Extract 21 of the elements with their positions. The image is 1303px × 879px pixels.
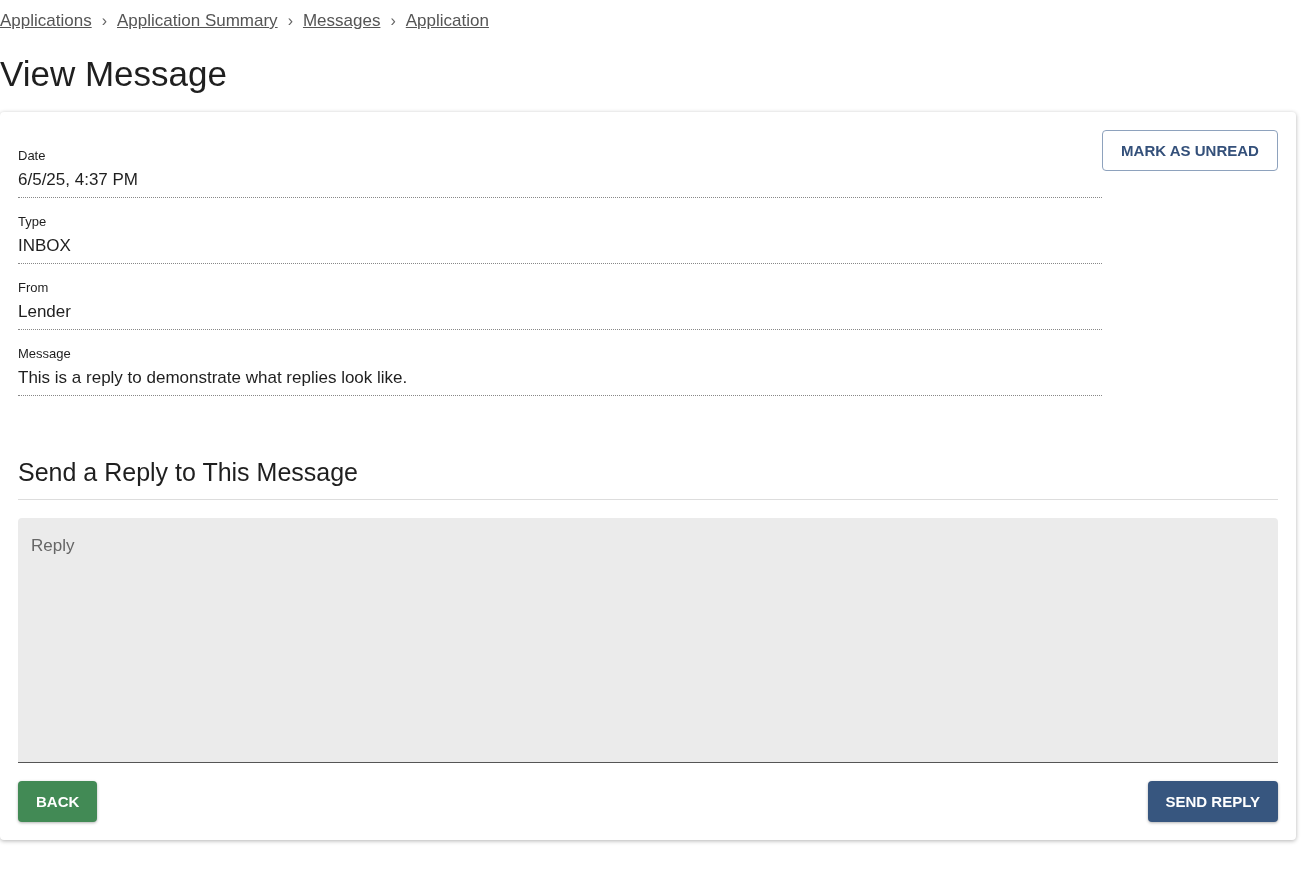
field-label: From bbox=[18, 280, 50, 295]
field-value: INBOX bbox=[18, 236, 72, 256]
page-title: View Message bbox=[0, 53, 228, 95]
breadcrumb-separator: › bbox=[287, 12, 293, 30]
breadcrumb-link[interactable]: Messages bbox=[302, 11, 381, 31]
field-label: Message bbox=[18, 346, 72, 361]
reply-heading: Send a Reply to This Message bbox=[18, 458, 1278, 500]
field-value: 6/5/25, 4:37 PM bbox=[18, 170, 140, 190]
field-value: This is a reply to demonstrate what replies look like. bbox=[18, 368, 409, 388]
breadcrumb-link[interactable]: Application Summary bbox=[117, 11, 278, 31]
breadcrumb-link[interactable]: Application bbox=[405, 11, 489, 31]
reply-field[interactable]: Reply bbox=[18, 518, 1278, 763]
field-label: Type bbox=[18, 214, 48, 229]
mark-as-unread-button[interactable]: MARK AS UNREAD bbox=[1102, 130, 1278, 171]
breadcrumb-separator: › bbox=[390, 12, 396, 30]
send-reply-button[interactable]: SEND REPLY bbox=[1147, 781, 1278, 822]
breadcrumb-link[interactable]: Applications bbox=[0, 11, 92, 31]
field-value: Lender bbox=[18, 302, 72, 322]
breadcrumb-separator: › bbox=[101, 12, 107, 30]
back-button[interactable]: BACK bbox=[18, 781, 98, 822]
field-label: Date bbox=[18, 148, 47, 163]
